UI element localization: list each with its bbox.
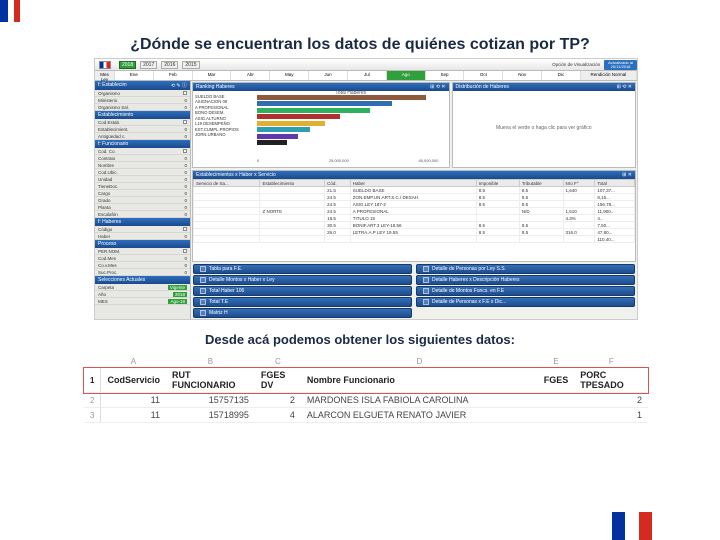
sb-hdr-sel[interactable]: Selecciones Actuales xyxy=(95,276,190,284)
sb-item[interactable]: Cod.Ubic.0 xyxy=(95,169,190,176)
sb-item[interactable]: Código xyxy=(95,226,190,233)
grid-icon xyxy=(200,266,206,272)
month-abr[interactable]: Abr xyxy=(231,71,270,80)
sb-item[interactable]: Establecimient.0 xyxy=(95,126,190,133)
year-tab-2018[interactable]: 2018 xyxy=(119,61,136,69)
sb-item[interactable]: Año2018 xyxy=(95,291,190,298)
grid-icon xyxy=(200,277,206,283)
dist-panel: Distribución de Haberes ⊞ ⟲ ✕ Mueva el ve… xyxy=(452,82,637,168)
main-area: Ranking Haberes ⊞ ⟲ ✕ SUELDO BASEASIGNACI… xyxy=(191,81,637,319)
sb-hdr-haberes[interactable]: f: Haberes xyxy=(95,218,190,226)
sb-hdr-establec[interactable]: Establecimiento xyxy=(95,111,190,119)
month-may[interactable]: May xyxy=(270,71,309,80)
sb-item[interactable]: TieneDoc.0 xyxy=(95,183,190,190)
sb-item[interactable]: CarpetaVigente xyxy=(95,284,190,291)
grid-icon xyxy=(200,310,206,316)
sb-item[interactable]: Planta0 xyxy=(95,204,190,211)
sb-item[interactable]: Haber0 xyxy=(95,233,190,240)
panel-tools-icon[interactable]: ⊞ ✕ xyxy=(622,172,632,178)
grid-icon xyxy=(423,277,429,283)
sb-item[interactable]: Escalafón0 xyxy=(95,211,190,218)
app-toolbar: 2018 2017 2016 2015 Opción de Visualizac… xyxy=(95,59,637,71)
month-mar[interactable]: Mar xyxy=(193,71,232,80)
btn-detalle-personas-fe[interactable]: Detalle de Personas x F.E x Dic... xyxy=(416,297,635,307)
ranking-panel: Ranking Haberes⊞ ⟲ ✕ SUELDO BASEASIGNACI… xyxy=(192,82,450,168)
sb-item[interactable]: MESAgo-18 xyxy=(95,298,190,305)
year-tab-2017[interactable]: 2017 xyxy=(140,61,157,69)
month-ene[interactable]: Ene xyxy=(115,71,154,80)
btn-tabla-fe[interactable]: Tabla para F.E. xyxy=(193,264,412,274)
mode-label: Rendición Normal xyxy=(581,71,637,80)
btn-total-haber[interactable]: Total Haber 106 xyxy=(193,286,412,296)
flag-stripe-top xyxy=(0,0,22,22)
sb-item[interactable]: Cargo0 xyxy=(95,190,190,197)
month-header: MesLey 195471 xyxy=(95,71,115,80)
sb-item[interactable]: Nombre0 xyxy=(95,162,190,169)
sb-hdr-estab[interactable]: f: Establecim⟲ ✎ ⓘ xyxy=(95,81,190,90)
month-jun[interactable]: Jun xyxy=(309,71,348,80)
slide-title: ¿Dónde se encuentran los datos de quiéne… xyxy=(0,36,720,54)
excel-sheet: ABCDEF 1 CodServicioRUT FUNCIONARIOFGES … xyxy=(84,356,648,423)
view-option-label: Opción de Visualización xyxy=(552,62,600,67)
grid-icon xyxy=(423,288,429,294)
month-nov[interactable]: Nov xyxy=(503,71,542,80)
sheet-header-row[interactable]: 1 CodServicioRUT FUNCIONARIOFGES DVNombr… xyxy=(84,368,648,393)
flag-stripe-bottom xyxy=(612,512,652,540)
panel-tools-icon[interactable]: ⊞ ⟲ ✕ xyxy=(617,84,632,90)
sb-item[interactable]: Contrato0 xyxy=(95,155,190,162)
ranking-title: Ranking Haberes xyxy=(196,84,235,90)
sheet-row[interactable]: 3 11157189954ALARCON ELGUETA RENATO JAVI… xyxy=(84,408,648,423)
grid-icon xyxy=(423,299,429,305)
btn-matriz-h[interactable]: Matriz H xyxy=(193,308,412,318)
btn-detalle-personas-ley[interactable]: Detalle de Personas por Ley S.S. xyxy=(416,264,635,274)
sb-item[interactable]: Cod. Co. xyxy=(95,148,190,155)
sb-item[interactable]: PER.NOM. xyxy=(95,248,190,255)
dist-message: Mueva el verde o haga clic para ver gráf… xyxy=(453,91,636,165)
chart-title: Total Haberes xyxy=(253,90,449,96)
sb-hdr-proc[interactable]: Proceso xyxy=(95,240,190,248)
grid-icon xyxy=(200,299,206,305)
month-jul[interactable]: Jul xyxy=(348,71,387,80)
sb-hdr-func[interactable]: f: Funcionario xyxy=(95,140,190,148)
chart-legend: SUELDO BASEASIGNACION 08 A PROFESIONALBO… xyxy=(193,91,253,165)
sb-item[interactable]: Co.v.Mes0 xyxy=(95,262,190,269)
year-tab-2015[interactable]: 2015 xyxy=(182,61,199,69)
btn-total-te[interactable]: Total T.E xyxy=(193,297,412,307)
month-dic[interactable]: Dic xyxy=(542,71,581,80)
sb-item[interactable]: Unidad0 xyxy=(95,176,190,183)
sb-item[interactable]: Antigüedad c.0 xyxy=(95,133,190,140)
flag-icon xyxy=(99,61,111,69)
sb-item[interactable]: Organismo xyxy=(95,90,190,97)
month-ago[interactable]: Ago xyxy=(387,71,426,80)
sidebar: f: Establecim⟲ ✎ ⓘ Organismo Ministerio0… xyxy=(95,81,191,319)
sb-item[interactable]: Ministerio0 xyxy=(95,97,190,104)
btn-detalle-montos-fe[interactable]: Detalle de Montos Funcs. en F.E xyxy=(416,286,635,296)
month-oct[interactable]: Oct xyxy=(464,71,503,80)
app-window: 2018 2017 2016 2015 Opción de Visualizac… xyxy=(94,58,638,320)
year-tab-2016[interactable]: 2016 xyxy=(161,61,178,69)
btn-detalle-haberes-desc[interactable]: Detalle Haberes x Descripción Haberes xyxy=(416,275,635,285)
month-sep[interactable]: Sep xyxy=(426,71,465,80)
sb-item[interactable]: Grado0 xyxy=(95,197,190,204)
data-grid[interactable]: Servicio de Sa...EstablecimientoCód.Habe… xyxy=(193,179,635,243)
sheet-row[interactable]: 2 11157571352MARDONES ISLA FABIOLA CAROL… xyxy=(84,393,648,408)
grid-icon xyxy=(423,266,429,272)
table-panel: Establecimientos x Haber x Servicio ⊞ ✕ S… xyxy=(192,170,636,262)
table-title: Establecimientos x Haber x Servicio xyxy=(196,172,276,178)
month-row[interactable]: MesLey 195471 Ene Feb Mar Abr May Jun Ju… xyxy=(95,71,637,81)
sb-item[interactable]: Suc.Proc.0 xyxy=(95,269,190,276)
dist-title: Distribución de Haberes xyxy=(456,84,509,90)
sb-item[interactable]: Cod.Mes0 xyxy=(95,255,190,262)
btn-detalle-montos[interactable]: Detalle Montos x Haber x Ley xyxy=(193,275,412,285)
sb-item[interactable]: Organismo Sal.0 xyxy=(95,104,190,111)
update-badge: Actualizado al 20/11/2018 xyxy=(604,60,637,70)
slide-subtitle: Desde acá podemos obtener los siguientes… xyxy=(0,332,720,347)
bar-chart[interactable]: Total Haberes 025,000,00045,000,000 xyxy=(253,91,449,165)
sb-tools-icon[interactable]: ⟲ ✎ ⓘ xyxy=(171,82,187,89)
month-feb[interactable]: Feb xyxy=(154,71,193,80)
grid-icon xyxy=(200,288,206,294)
year-tabs[interactable]: 2018 2017 2016 2015 xyxy=(119,61,200,69)
sb-item[interactable]: Cod.Estab. xyxy=(95,119,190,126)
button-grid: Tabla para F.E. Detalle Montos x Haber x… xyxy=(191,263,637,319)
